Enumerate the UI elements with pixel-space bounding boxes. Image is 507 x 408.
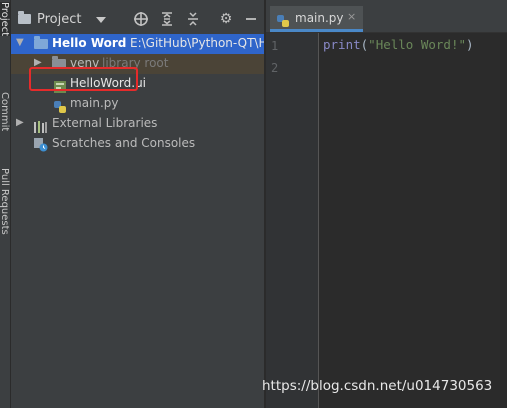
highlight-annotation-box [29,67,138,91]
collapse-all-icon[interactable] [185,11,201,27]
project-panel-header: Project ⚙ [11,6,264,34]
external-libraries-label: External Libraries [52,116,158,130]
py-file-name: main.py [70,96,119,110]
project-panel: Project ⚙ ▼ Hello Word E:\GitHub\Python-… [11,0,268,408]
commit-tool-tab[interactable]: Commit [0,92,10,131]
editor-area: main.py × 1 2 print("Hello Word!") [266,0,507,408]
target-icon[interactable] [133,11,149,27]
scratches-icon [34,137,48,152]
project-root-name: Hello Word [52,36,127,50]
tab-main-py[interactable]: main.py × [270,6,363,32]
chevron-down-icon[interactable] [96,17,106,23]
project-folder-icon [34,36,48,49]
line-number: 2 [271,61,279,75]
close-icon[interactable]: × [347,10,356,23]
tree-row-scratches[interactable]: Scratches and Consoles [11,134,264,154]
minimize-icon[interactable] [243,11,259,27]
line-number-gutter: 1 2 [266,33,319,408]
python-file-icon [54,98,66,113]
scratches-label: Scratches and Consoles [52,136,196,150]
project-tool-tab[interactable]: Project [0,2,10,37]
code-function-name: print [323,37,361,52]
project-folder-icon [18,11,31,24]
tree-row-py-file[interactable]: main.py [11,94,264,114]
library-icon [34,118,48,133]
chevron-down-icon[interactable]: ▼ [16,37,24,48]
chevron-right-icon[interactable]: ▶ [16,117,24,128]
python-file-icon [277,12,289,31]
tree-row-root[interactable]: ▼ Hello Word E:\GitHub\Python-QT\H [11,34,268,54]
code-string-literal: "Hello Word!" [368,37,467,52]
watermark-text: https://blog.csdn.net/u014730563 [262,378,493,394]
editor-tab-bar: main.py × [266,0,507,33]
pull-requests-tool-tab[interactable]: Pull Requests [0,168,10,235]
project-view-selector[interactable]: Project [37,12,81,27]
code-close-paren: ) [466,37,474,52]
expand-all-icon[interactable] [159,11,175,27]
line-number: 1 [271,39,279,53]
project-root-path: E:\GitHub\Python-QT\H [130,36,268,50]
gear-icon[interactable]: ⚙ [218,11,234,27]
tree-row-external-libraries[interactable]: ▶ External Libraries [11,114,264,134]
code-line-1[interactable]: print("Hello Word!") [323,37,474,52]
tool-window-strip: Project Commit Pull Requests [0,0,11,408]
tab-label: main.py [295,11,344,25]
